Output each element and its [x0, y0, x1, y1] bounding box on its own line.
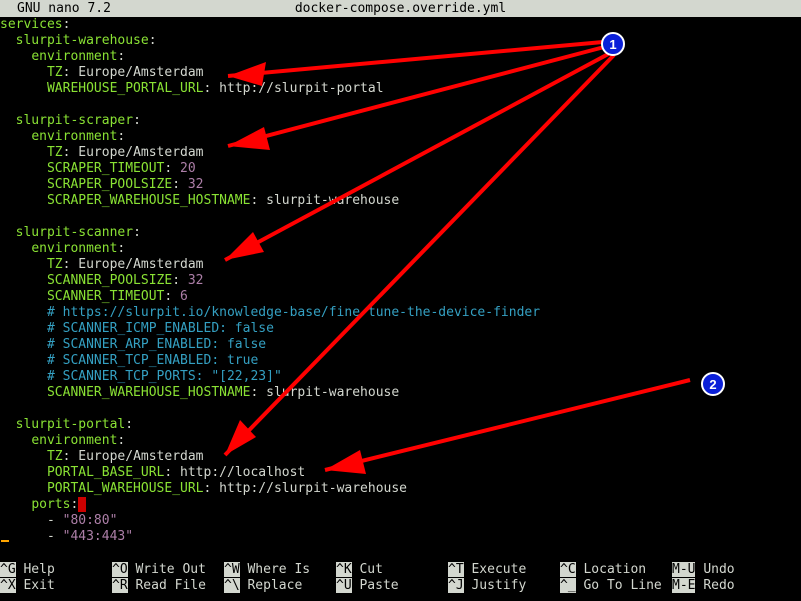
shortcut-label: Cut — [359, 562, 383, 577]
shortcut-key: ^C — [560, 562, 576, 577]
editor-line: SCRAPER_WAREHOUSE_HOSTNAME: slurpit-ware… — [46, 193, 400, 208]
arrowhead — [225, 232, 264, 260]
shortcut-key: ^O — [112, 562, 128, 577]
shortcut-label: Execute — [471, 562, 527, 577]
editor-line: TZ: Europe/Amsterdam — [46, 449, 204, 464]
shortcut-key: ^J — [448, 578, 464, 593]
shortcut-key: M-E — [672, 578, 696, 593]
shortcut-key: ^R — [112, 578, 128, 593]
arrow-line — [227, 40, 604, 78]
editor-line: services: — [0, 17, 71, 32]
editor-line: SCRAPER_POOLSIZE: 32 — [46, 177, 204, 192]
shortcut-write-out[interactable]: ^O Write Out — [112, 562, 206, 578]
badge-circle — [601, 32, 625, 56]
badge-1-label: 1 — [609, 37, 616, 52]
shortcut-replace[interactable]: ^\ Replace — [224, 578, 302, 594]
shortcut-label: Replace — [247, 578, 303, 593]
shortcut-execute[interactable]: ^T Execute — [448, 562, 526, 578]
text-cursor — [1, 540, 9, 542]
editor-line: slurpit-portal: — [15, 417, 134, 432]
editor-line: PORTAL_WAREHOUSE_URL: http://slurpit-war… — [46, 481, 408, 496]
shortcut-key: ^X — [0, 578, 16, 593]
shortcut-label: Where Is — [247, 562, 311, 577]
editor-line: WAREHOUSE_PORTAL_URL: http://slurpit-por… — [46, 81, 384, 96]
shortcut-where-is[interactable]: ^W Where Is — [224, 562, 310, 578]
shortcut-label: Redo — [703, 578, 735, 593]
editor-line: TZ: Europe/Amsterdam — [46, 145, 204, 160]
shortcut-redo[interactable]: M-E Redo — [672, 578, 735, 594]
shortcut-label: Read File — [135, 578, 206, 593]
badge-2: 2 — [701, 372, 725, 396]
shortcut-key: ^G — [0, 562, 16, 577]
arrowhead — [228, 127, 270, 150]
editor-line: PORTAL_BASE_URL: http://localhost — [46, 465, 306, 480]
shortcut-label: Exit — [23, 578, 55, 593]
shortcut-cut[interactable]: ^K Cut — [336, 562, 383, 578]
editor-line: # SCANNER_ARP_ENABLED: false — [46, 337, 267, 352]
editor-line: # SCANNER_TCP_PORTS: "[22,23]" — [46, 369, 282, 384]
shortcut-location[interactable]: ^C Location — [560, 562, 646, 578]
editor-line: slurpit-warehouse: — [15, 33, 157, 48]
shortcut-key: ^U — [336, 578, 352, 593]
shortcut-go-to-line[interactable]: ^_ Go To Line — [560, 578, 662, 594]
editor-line: - "443:443" — [46, 529, 134, 544]
shortcut-bar: ^G Help ^X Exit ^O Write Out ^R Read File ^W… — [0, 562, 801, 596]
editor-line: environment: — [31, 241, 126, 256]
editor-line: environment: — [31, 433, 126, 448]
shortcut-label: Location — [583, 562, 647, 577]
shortcut-label: Help — [23, 562, 55, 577]
editor-line: # SCANNER_TCP_ENABLED: true — [46, 353, 259, 368]
editor-line: SCRAPER_TIMEOUT: 20 — [46, 161, 196, 176]
editor-line: SCANNER_WAREHOUSE_HOSTNAME: slurpit-ware… — [46, 385, 400, 400]
shortcut-key: ^W — [224, 562, 240, 577]
shortcut-label: Paste — [359, 578, 399, 593]
cursor — [78, 497, 87, 512]
shortcut-key: ^\ — [224, 578, 240, 593]
badge-1: 1 — [601, 32, 625, 56]
arrowhead — [325, 450, 366, 474]
badge-2-label: 2 — [709, 377, 716, 392]
shortcut-undo[interactable]: M-U Undo — [672, 562, 735, 578]
editor-line: TZ: Europe/Amsterdam — [46, 65, 204, 80]
shortcut-label: Justify — [471, 578, 527, 593]
editor-line: - "80:80" — [46, 513, 118, 528]
titlebar: GNU nano 7.2 docker-compose.override.yml — [0, 0, 801, 17]
shortcut-key: ^_ — [560, 578, 576, 593]
shortcut-help[interactable]: ^G Help — [0, 562, 55, 578]
shortcut-label: Go To Line — [583, 578, 662, 593]
shortcut-key: ^K — [336, 562, 352, 577]
shortcut-key: ^T — [448, 562, 464, 577]
editor-line: slurpit-scraper: — [15, 113, 141, 128]
shortcut-justify[interactable]: ^J Justify — [448, 578, 526, 594]
editor-line: ports: — [0, 497, 87, 513]
shortcut-label: Undo — [703, 562, 735, 577]
file-name: docker-compose.override.yml — [294, 1, 507, 16]
editor-line: # https://slurpit.io/knowledge-base/fine… — [46, 305, 541, 320]
editor-line: # SCANNER_ICMP_ENABLED: false — [46, 321, 274, 336]
shortcut-read-file[interactable]: ^R Read File — [112, 578, 206, 594]
editor-line: TZ: Europe/Amsterdam — [46, 257, 204, 272]
shortcut-paste[interactable]: ^U Paste — [336, 578, 399, 594]
editor-line: SCANNER_TIMEOUT: 6 — [46, 289, 188, 304]
editor-line: SCANNER_POOLSIZE: 32 — [46, 273, 204, 288]
badge-circle — [701, 372, 725, 396]
shortcut-exit[interactable]: ^X Exit — [0, 578, 55, 594]
shortcut-key: M-U — [672, 562, 696, 577]
editor-line: slurpit-scanner: — [15, 225, 141, 240]
arrowhead — [225, 420, 256, 455]
shortcut-label: Write Out — [135, 562, 206, 577]
editor-line: environment: — [31, 49, 126, 64]
editor-line: environment: — [31, 129, 126, 144]
